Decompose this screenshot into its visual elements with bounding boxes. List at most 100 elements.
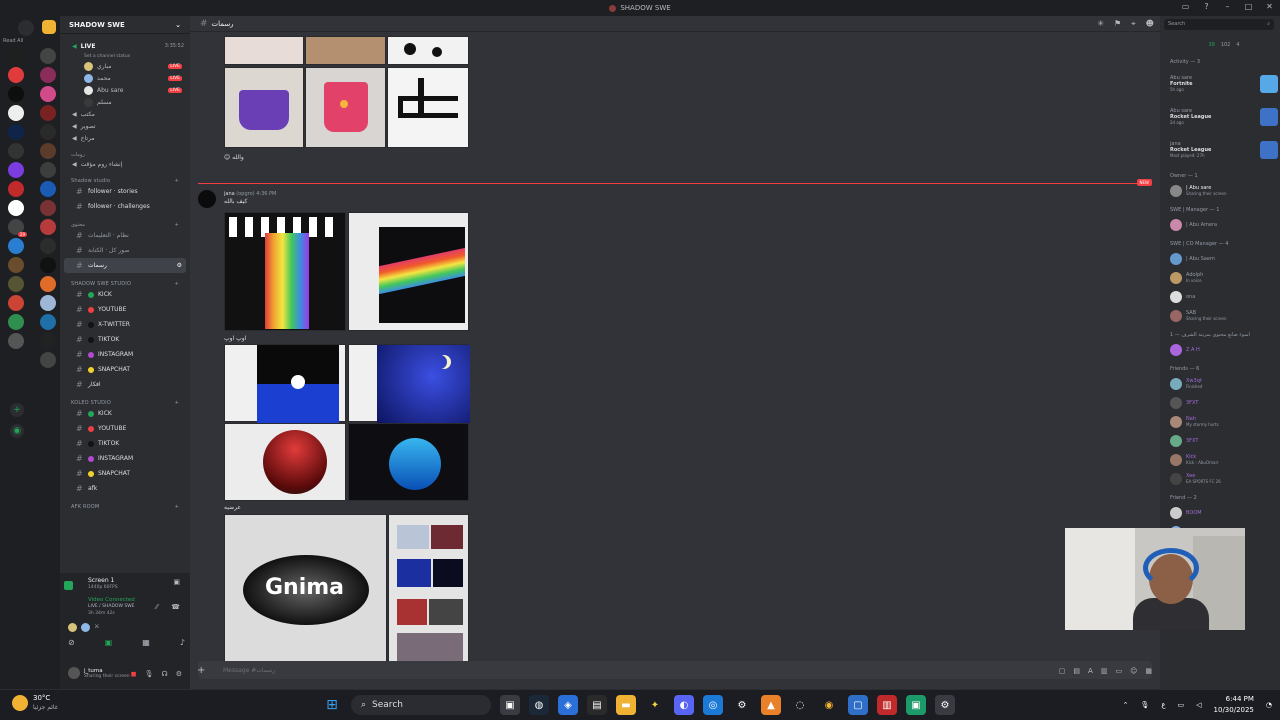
inbox-icon[interactable]: ▭ [1181,2,1190,11]
member-row[interactable]: Adolph In voice [1170,268,1278,287]
attachment-image[interactable] [224,67,304,148]
voice-channel[interactable]: ◀ مرتاح [60,132,190,144]
search-input[interactable]: Search ⌕ [1164,19,1274,30]
read-all-link[interactable]: Read All [3,38,23,44]
chevron-up-icon[interactable]: ⌃ [1123,701,1129,709]
attachment-image[interactable] [348,344,470,423]
server-icon[interactable] [8,48,24,64]
channel-platform[interactable]: # INSTAGRAM [64,347,186,362]
channel-follower-stories[interactable]: # follower · stories [64,184,186,199]
server-icon[interactable] [40,238,56,254]
category-rooms[interactable]: رومات [60,144,190,158]
channel-platform[interactable]: # YOUTUBE [64,302,186,317]
member-row[interactable]: Xee EA SPORTS FC 26 [1170,469,1278,488]
server-icon[interactable] [40,295,56,311]
server-header[interactable]: SHADOW SWE ⌄ [60,16,190,34]
server-icon[interactable] [8,295,24,311]
server-icon[interactable] [8,162,24,178]
attachment-image[interactable] [348,212,469,331]
channel-platform[interactable]: # X-TWITTER [64,317,186,332]
server-icon[interactable] [40,105,56,121]
member-row[interactable]: | Abu Amera [1170,215,1278,234]
voice-channel-live[interactable]: ◀ LIVE 3:35:52 [60,40,190,52]
server-icon[interactable] [40,333,56,349]
share-screen-icon[interactable]: ▣ [105,638,113,647]
add-channel-icon[interactable]: + [175,222,179,228]
activity-card[interactable]: Abu sare Rocket League 2d ago [1170,100,1278,133]
add-channel-icon[interactable]: + [175,504,179,510]
channel-platform[interactable]: # افكار [64,377,186,392]
add-attachment-icon[interactable]: + [197,665,205,676]
channel-platform[interactable]: # afk [64,481,186,496]
attachment-image[interactable] [388,514,469,670]
channel-content[interactable]: # صور كل · الكتابة [64,243,186,258]
message-input[interactable]: + Message #رسمات [197,661,1152,679]
author-avatar[interactable] [198,190,216,208]
category-shadow-studio[interactable]: Shadow studio + [60,170,190,184]
server-icon[interactable] [40,162,56,178]
app-icon[interactable]: ◌ [790,695,810,715]
server-icon[interactable] [40,314,56,330]
browser-icon[interactable]: ◈ [558,695,578,715]
app-icon[interactable]: ▢ [848,695,868,715]
voice-channel[interactable]: ◀ تصوير [60,120,190,132]
activity-card[interactable]: Abu sare Fortnite 5h ago [1170,67,1278,100]
channel-platform[interactable]: # INSTAGRAM [64,451,186,466]
attachment-image[interactable] [224,212,346,331]
channel-platform[interactable]: # KICK [64,287,186,302]
help-icon[interactable]: ? [1202,2,1211,11]
server-icon[interactable] [8,86,24,102]
server-icon[interactable] [40,48,56,64]
server-icon[interactable] [8,257,24,273]
gift-icon[interactable]: ▥ [1101,667,1108,675]
server-icon[interactable] [8,314,24,330]
server-icon[interactable]: 29 [8,219,27,237]
add-server-icon[interactable]: + [10,403,24,417]
category-content[interactable]: محتوى + [60,214,190,228]
discord-icon[interactable]: ◐ [674,695,694,715]
member-row[interactable]: Z A H [1170,340,1278,359]
activity-card[interactable]: jana Rocket League Most played: 27h [1170,133,1278,166]
server-icon[interactable] [8,143,24,159]
translate-icon[interactable]: A [1088,667,1093,675]
attachment-image[interactable] [305,36,386,65]
activities-icon[interactable]: ▦ [142,638,150,647]
member-row[interactable]: Nah My stormy hurts [1170,412,1278,431]
chrome-icon[interactable]: ◉ [819,695,839,715]
edge-icon[interactable]: ◎ [703,695,723,715]
attachment-image[interactable] [305,67,386,148]
connection-channel[interactable]: LIVE / SHADOW SWE [88,604,135,609]
member-row[interactable]: | Abu sare Sharing their screen [1170,181,1278,200]
channel-platform[interactable]: # TIKTOK [64,332,186,347]
category-shadow-platforms[interactable]: SHADOW SWE STUDIO + [60,273,190,287]
channel-follower-challenges[interactable]: # follower · challenges [64,199,186,214]
member-row[interactable]: 3FXT [1170,393,1278,412]
app-icon[interactable]: ✦ [645,695,665,715]
headphones-icon[interactable]: ☊ [162,670,168,678]
camera-off-icon[interactable]: ⊘ [68,638,75,647]
server-icon[interactable] [40,143,56,159]
server-icon[interactable] [8,67,24,83]
attachment-image[interactable] [387,67,469,148]
apps-icon[interactable]: ▦ [1145,667,1152,675]
disconnect-icon[interactable]: ☎ [171,603,180,611]
server-icon[interactable] [40,352,56,368]
pinned-icon[interactable]: ⌖ [1131,19,1136,29]
settings-gear-icon[interactable]: ⚙ [176,670,182,678]
member-row[interactable]: BOOM [1170,503,1278,522]
maximize-icon[interactable]: □ [1244,2,1253,11]
channel-platform[interactable]: # KICK [64,406,186,421]
clock[interactable]: 6:44 PM 10/30/2025 [1214,694,1254,716]
server-icon[interactable] [40,86,56,102]
server-icon[interactable] [8,124,24,140]
attachment-image[interactable] [224,344,346,423]
member-row[interactable]: ona [1170,287,1278,306]
add-channel-icon[interactable]: + [175,281,179,287]
voice-user[interactable]: محمد LIVE [60,72,190,84]
settings-gear-icon[interactable]: ⚙ [935,695,955,715]
channel-platform[interactable]: # SNAPCHAT [64,362,186,377]
create-room-channel[interactable]: ◀ إنشاء روم مؤقت [60,158,190,170]
attachment-image[interactable] [224,423,346,501]
channel-content[interactable]: # نظام · التعليمات [64,228,186,243]
channel-platform[interactable]: # YOUTUBE [64,421,186,436]
